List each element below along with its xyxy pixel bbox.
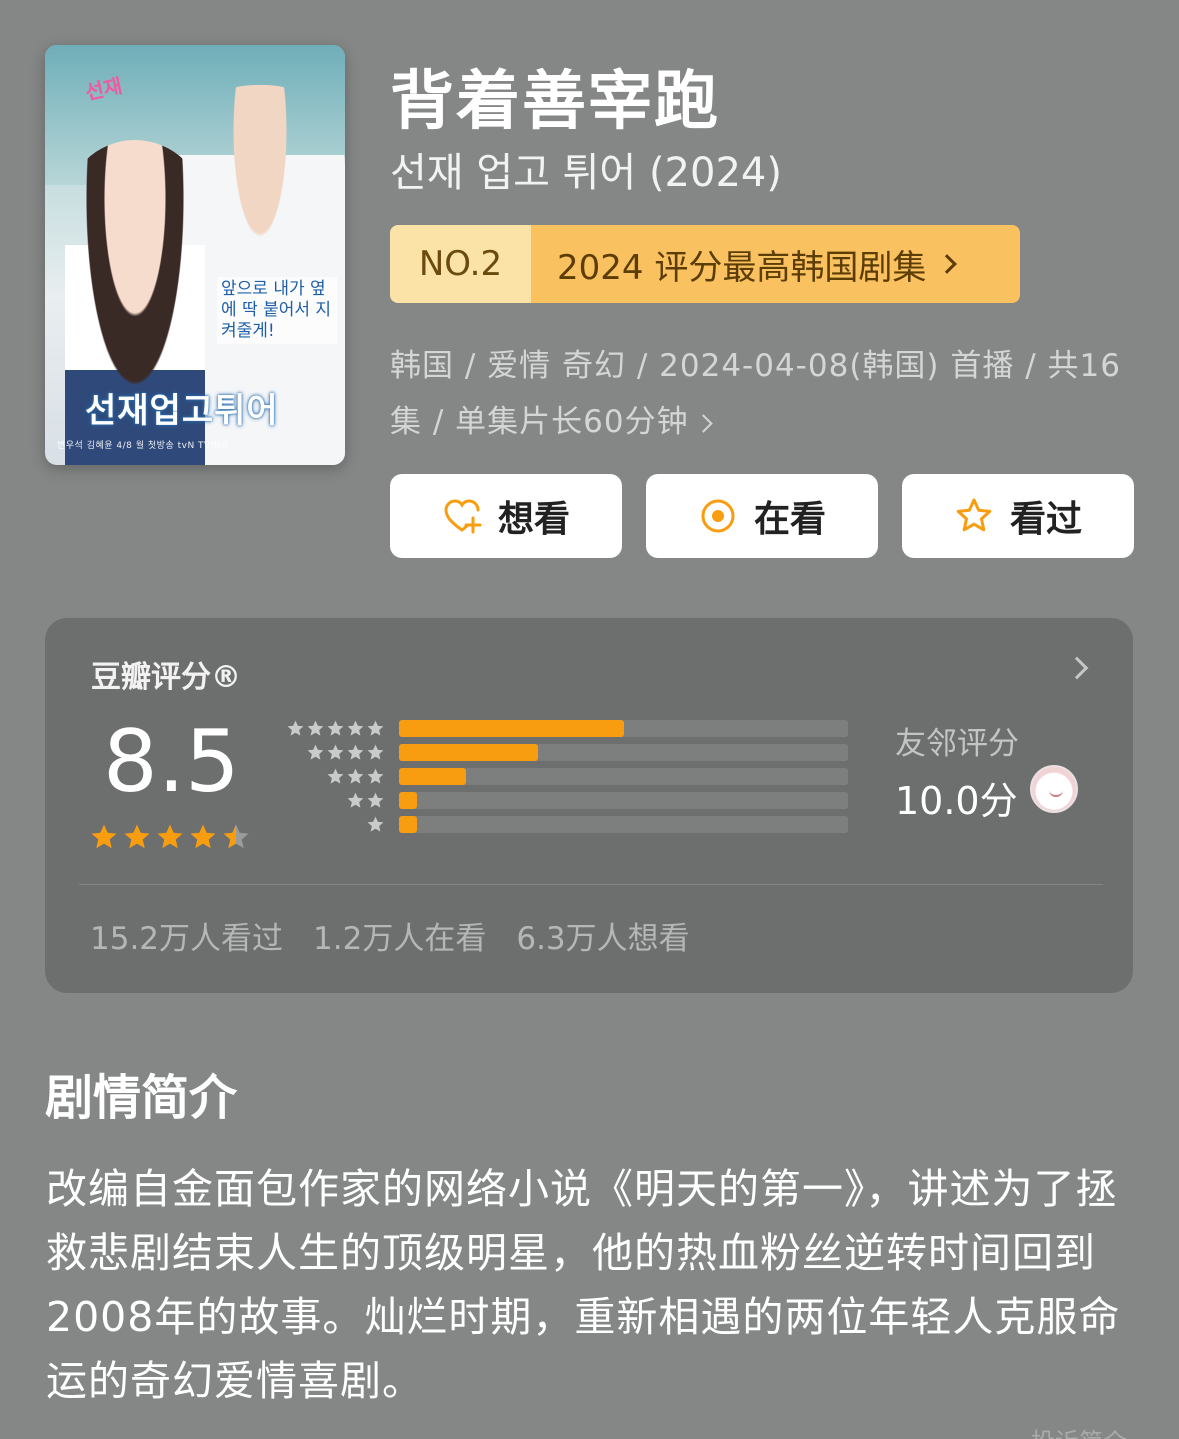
rating-distribution-row bbox=[275, 716, 848, 740]
rating-distribution-row bbox=[275, 812, 848, 836]
chevron-right-icon bbox=[1065, 656, 1089, 680]
small-star-icon bbox=[367, 816, 384, 832]
distribution-bar-track bbox=[399, 815, 848, 833]
rating-distribution-row bbox=[275, 788, 848, 812]
small-star-icon bbox=[347, 744, 364, 760]
watched-label: 看过 bbox=[1009, 499, 1082, 540]
friend-avatar[interactable] bbox=[1030, 765, 1078, 813]
small-star-icon bbox=[327, 768, 344, 784]
poster-title: 선재업고튀어 bbox=[85, 391, 279, 431]
friend-rating-label: 友邻评分 bbox=[895, 726, 1019, 762]
watch-counts: 15.2万人看过 1.2万人在看 6.3万人想看 bbox=[90, 913, 690, 958]
rating-star-icon bbox=[124, 824, 150, 849]
rating-star-icon bbox=[91, 824, 117, 849]
small-star-icon bbox=[347, 792, 364, 808]
rating-title: 豆瓣评分® bbox=[91, 660, 241, 695]
rank-label: 2024 评分最高韩国剧集 bbox=[557, 247, 927, 288]
distribution-bar bbox=[399, 743, 539, 761]
meta-text: 韩国 / 爱情 奇幻 / 2024-04-08(韩国) 首播 / 共16集 / … bbox=[390, 348, 1121, 440]
distribution-bar-track bbox=[399, 743, 848, 761]
chevron-right-icon bbox=[937, 254, 958, 274]
distribution-bar-track bbox=[399, 719, 848, 737]
friend-rating-score: 10.0分 bbox=[895, 779, 1018, 823]
watched-button[interactable]: 看过 bbox=[902, 474, 1134, 558]
rating-star-icon bbox=[157, 824, 183, 849]
small-star-icon bbox=[347, 720, 364, 736]
rating-distribution-row bbox=[275, 764, 848, 788]
star-outline-icon bbox=[956, 498, 992, 532]
want-to-watch-button[interactable]: 想看 bbox=[390, 474, 622, 558]
watching-label: 在看 bbox=[753, 499, 826, 540]
small-star-icon bbox=[327, 720, 344, 736]
small-star-icon bbox=[287, 720, 304, 736]
chevron-right-icon bbox=[693, 414, 713, 433]
rating-more[interactable] bbox=[1065, 656, 1089, 680]
rating-score: 8.5 bbox=[103, 712, 240, 812]
distribution-stars bbox=[275, 743, 385, 762]
small-star-icon bbox=[367, 792, 384, 808]
distribution-bar bbox=[399, 719, 624, 737]
small-star-icon bbox=[347, 768, 364, 784]
rank-number: NO.2 bbox=[390, 225, 531, 303]
heart-plus-icon bbox=[444, 499, 482, 534]
distribution-bar bbox=[399, 791, 417, 809]
synopsis-text: 改编自金面包作家的网络小说《明天的第一》，讲述为了拯救悲剧结束人生的顶级明星，他… bbox=[46, 1165, 1121, 1405]
distribution-bar bbox=[399, 815, 417, 833]
watching-count[interactable]: 1.2万人在看 bbox=[313, 913, 486, 958]
rating-stars bbox=[89, 822, 251, 852]
want-to-watch-label: 想看 bbox=[497, 499, 570, 540]
distribution-stars bbox=[275, 815, 385, 834]
poster-credits: 변우석 김혜윤 4/8 월 첫방송 tvN TVING bbox=[57, 441, 229, 451]
small-star-icon bbox=[367, 768, 384, 784]
distribution-stars bbox=[275, 791, 385, 810]
want-count[interactable]: 6.3万人想看 bbox=[516, 913, 689, 958]
distribution-bar-track bbox=[399, 767, 848, 785]
report-synopsis-link[interactable]: 投诉简介 bbox=[1031, 1422, 1127, 1439]
show-title: 背着善宰跑 bbox=[390, 65, 720, 139]
synopsis-title: 剧情简介 bbox=[45, 1070, 238, 1126]
rating-distribution-row bbox=[275, 740, 848, 764]
rating-star-icon bbox=[190, 824, 216, 849]
target-icon bbox=[701, 499, 735, 533]
distribution-stars bbox=[275, 767, 385, 786]
small-star-icon bbox=[367, 720, 384, 736]
distribution-bar-track bbox=[399, 791, 848, 809]
distribution-stars bbox=[275, 719, 385, 738]
rating-star-icon bbox=[223, 824, 249, 849]
rank-label-box: 2024 评分最高韩国剧集 bbox=[531, 225, 1020, 303]
action-buttons: 想看 在看 看过 bbox=[390, 474, 1134, 558]
small-star-icon bbox=[367, 744, 384, 760]
original-title: 선재 업고 튀어 (2024) bbox=[390, 150, 782, 196]
rank-badge[interactable]: NO.2 2024 评分最高韩国剧集 bbox=[390, 225, 1020, 303]
small-star-icon bbox=[307, 744, 324, 760]
rating-divider bbox=[79, 884, 1103, 885]
rating-card[interactable]: 豆瓣评分® 8.5 友邻评分 10.0分 15.2万人看过 1.2万人在看 6.… bbox=[45, 618, 1133, 993]
distribution-bar bbox=[399, 767, 467, 785]
page: 선재 앞으로 내가 옆에 딱 붙어서 지켜줄게! 선재업고튀어 변우석 김혜윤 … bbox=[0, 0, 1179, 1439]
show-meta-info[interactable]: 韩国 / 爱情 奇幻 / 2024-04-08(韩国) 首播 / 共16集 / … bbox=[390, 338, 1130, 450]
watching-button[interactable]: 在看 bbox=[646, 474, 878, 558]
rating-distribution bbox=[275, 716, 848, 836]
poster-quote: 앞으로 내가 옆에 딱 붙어서 지켜줄게! bbox=[217, 277, 337, 344]
watched-count[interactable]: 15.2万人看过 bbox=[90, 913, 283, 958]
small-star-icon bbox=[307, 720, 324, 736]
small-star-icon bbox=[327, 744, 344, 760]
poster-image[interactable]: 선재 앞으로 내가 옆에 딱 붙어서 지켜줄게! 선재업고튀어 변우석 김혜윤 … bbox=[45, 45, 345, 465]
